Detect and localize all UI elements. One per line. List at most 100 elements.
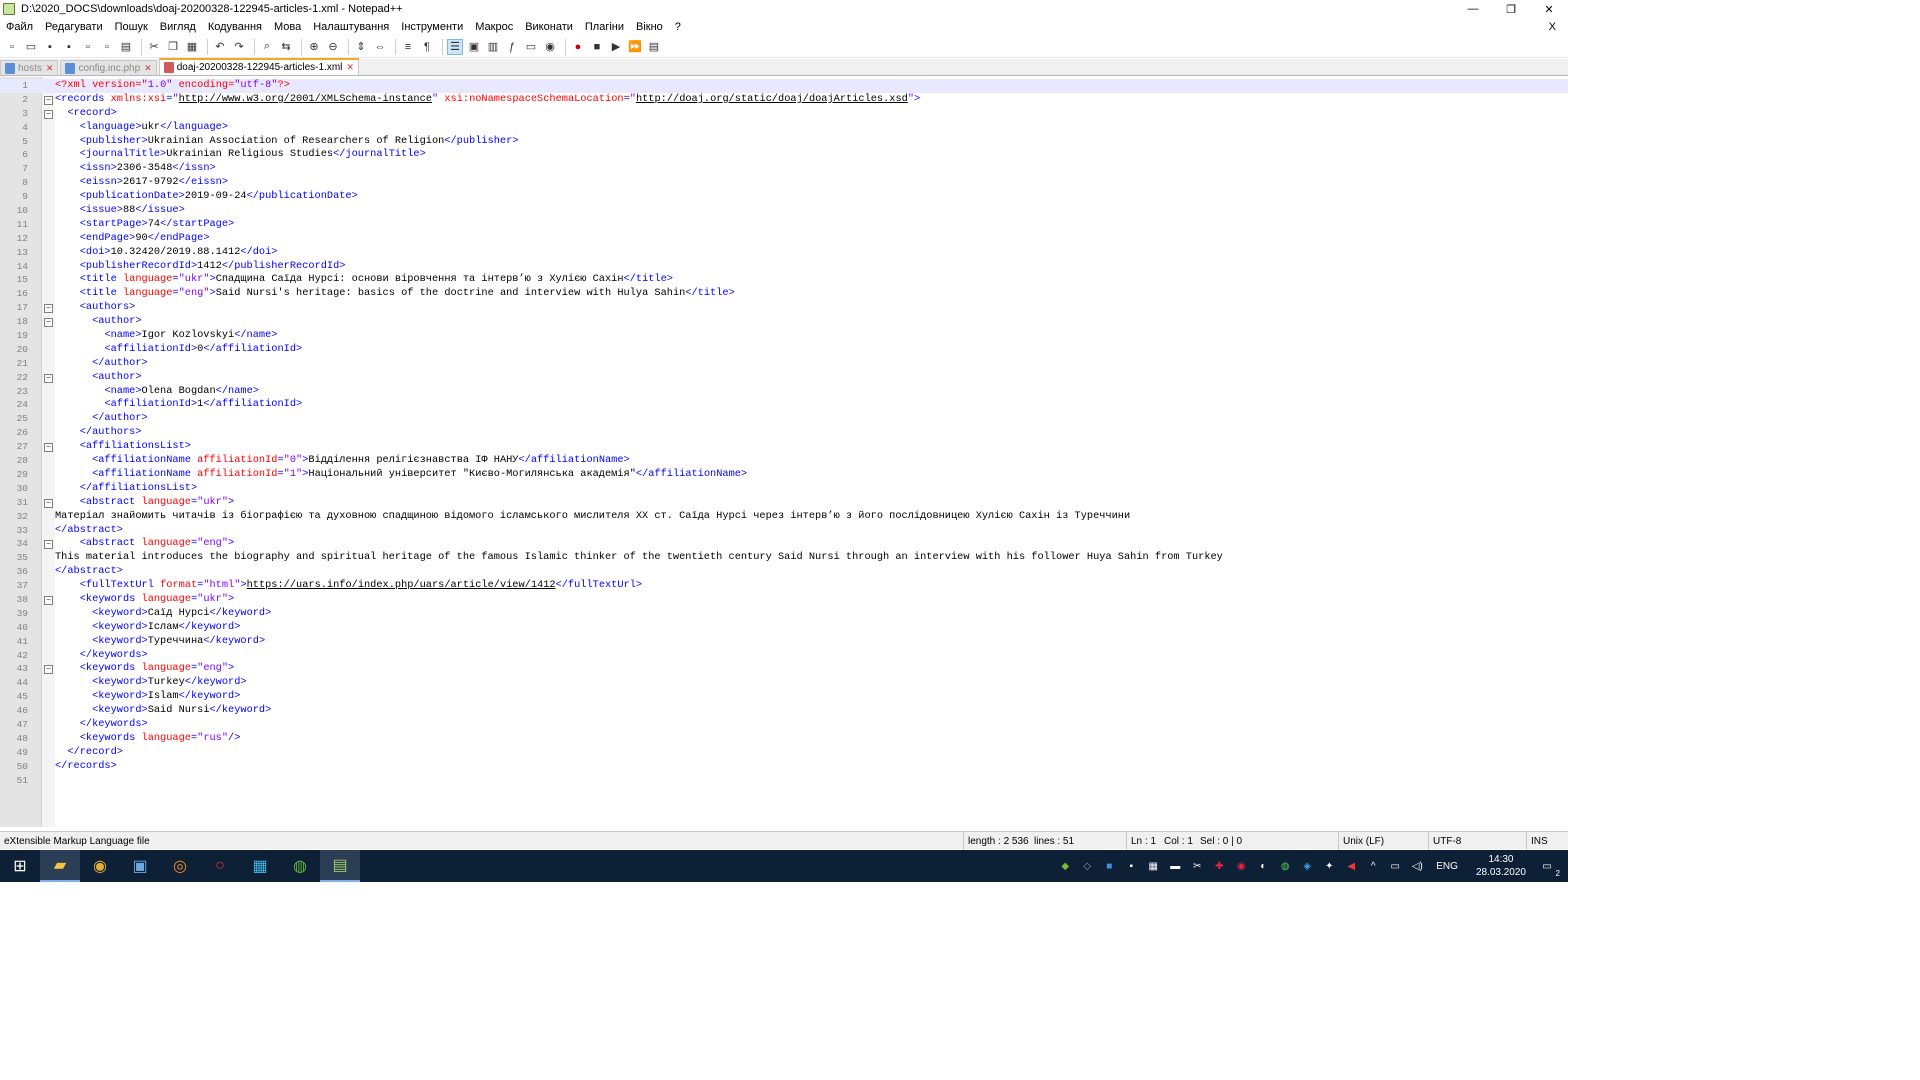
code-line[interactable]: 19 <name>Igor Kozlovskyi</name> — [0, 329, 1568, 343]
sync-vertical-icon[interactable]: ⇕ — [353, 39, 369, 55]
zoom-out-icon[interactable]: ⊖ — [325, 39, 341, 55]
firefox-icon[interactable]: ◎ — [160, 850, 200, 882]
cut-icon[interactable]: ✂ — [146, 39, 162, 55]
menu-item[interactable]: Налаштування — [307, 21, 395, 33]
tray-app-icon[interactable]: ◈ — [1300, 859, 1314, 873]
menu-item[interactable]: Мова — [268, 21, 307, 33]
code-line[interactable]: 17 − <authors> — [0, 301, 1568, 315]
code-line[interactable]: 10 <issue>88</issue> — [0, 204, 1568, 218]
tab-close-icon[interactable]: ✕ — [144, 63, 152, 74]
tray-app-icon[interactable]: ▦ — [1146, 859, 1160, 873]
code-line[interactable]: 6 <journalTitle>Ukrainian Religious Stud… — [0, 148, 1568, 162]
code-line[interactable]: 23 <name>Olena Bogdan</name> — [0, 385, 1568, 399]
undo-icon[interactable]: ↶ — [212, 39, 228, 55]
code-line[interactable]: 15 <title language="ukr">Спадщина Саїда … — [0, 273, 1568, 287]
copy-icon[interactable]: ❐ — [165, 39, 181, 55]
fold-toggle-icon[interactable]: − — [44, 304, 53, 314]
fold-toggle-icon[interactable]: − — [44, 373, 53, 383]
code-line[interactable]: 46 <keyword>Said Nursi</keyword> — [0, 704, 1568, 718]
code-line[interactable]: 11 <startPage>74</startPage> — [0, 218, 1568, 232]
code-line[interactable]: 30 </affiliationsList> — [0, 482, 1568, 496]
tray-app-icon[interactable]: ✦ — [1322, 859, 1336, 873]
save-icon[interactable]: ▪ — [42, 39, 58, 55]
code-line[interactable]: 29 <affiliationName affiliationId="1">На… — [0, 468, 1568, 482]
editor[interactable]: 1 <?xml version="1.0" encoding="utf-8"?> 2… — [0, 77, 1568, 827]
menu-item[interactable]: Виконати — [519, 21, 579, 33]
tray-app-icon[interactable]: ◉ — [1234, 859, 1248, 873]
tray-app-icon[interactable]: ■ — [1102, 859, 1116, 873]
code-line[interactable]: 20 <affiliationId>0</affiliationId> — [0, 343, 1568, 357]
save-macro-icon[interactable]: ▤ — [646, 39, 662, 55]
close-button[interactable]: ✕ — [1530, 0, 1568, 18]
status-eol[interactable]: Unix (LF) — [1338, 832, 1428, 850]
code-line[interactable]: 44 <keyword>Turkey</keyword> — [0, 676, 1568, 690]
code-line[interactable]: 14 <publisherRecordId>1412</publisherRec… — [0, 260, 1568, 274]
code-line[interactable]: 8 <eissn>2617-9792</eissn> — [0, 176, 1568, 190]
tray-app-icon[interactable]: ✂ — [1190, 859, 1204, 873]
restore-button[interactable]: ❐ — [1492, 0, 1530, 18]
menu-item[interactable]: Файл — [0, 21, 39, 33]
code-line[interactable]: 51 — [0, 774, 1568, 788]
code-line[interactable]: 2 − <records xmlns:xsi="http://www.w3.org/… — [0, 93, 1568, 107]
tray-app-icon[interactable]: ◆ — [1058, 859, 1072, 873]
tray-app-icon[interactable]: ◀ — [1344, 859, 1358, 873]
tab-file[interactable]: hosts ✕ — [0, 60, 59, 75]
monitoring-icon[interactable]: ◉ — [542, 39, 558, 55]
udl-icon[interactable]: ▣ — [466, 39, 482, 55]
menu-item[interactable]: Плагіни — [579, 21, 630, 33]
tab-close-icon[interactable]: ✕ — [346, 62, 354, 73]
remote-desktop-icon[interactable]: ▣ — [120, 850, 160, 882]
code-line[interactable]: 5 <publisher>Ukrainian Association of Re… — [0, 135, 1568, 149]
store-icon[interactable]: ▦ — [240, 850, 280, 882]
menu-item[interactable]: Вигляд — [154, 21, 202, 33]
status-encoding[interactable]: UTF-8 — [1428, 832, 1526, 850]
record-macro-icon[interactable]: ● — [570, 39, 586, 55]
run-macro-multiple-icon[interactable]: ⏩ — [627, 39, 643, 55]
new-file-icon[interactable]: ▫ — [4, 39, 20, 55]
code-line[interactable]: 12 <endPage>90</endPage> — [0, 232, 1568, 246]
code-line[interactable]: 18 − <author> — [0, 315, 1568, 329]
code-line[interactable]: 1 <?xml version="1.0" encoding="utf-8"?> — [0, 79, 1568, 93]
fold-toggle-icon[interactable]: − — [44, 318, 53, 328]
fold-toggle-icon[interactable]: − — [44, 540, 53, 550]
paste-icon[interactable]: ▦ — [184, 39, 200, 55]
network-icon[interactable]: ▭ — [1388, 859, 1402, 873]
code-line[interactable]: 35 This material introduces the biography… — [0, 551, 1568, 565]
fold-toggle-icon[interactable]: − — [44, 498, 53, 508]
code-line[interactable]: 38 − <keywords language="ukr"> — [0, 593, 1568, 607]
code-line[interactable]: 13 <doi>10.32420/2019.88.1412</doi> — [0, 246, 1568, 260]
show-all-chars-icon[interactable]: ¶ — [419, 39, 435, 55]
code-line[interactable]: 43 − <keywords language="eng"> — [0, 662, 1568, 676]
opera-icon[interactable]: ○ — [200, 850, 240, 882]
code-line[interactable]: 24 <affiliationId>1</affiliationId> — [0, 398, 1568, 412]
code-line[interactable]: 47 </keywords> — [0, 718, 1568, 732]
fold-toggle-icon[interactable]: − — [44, 443, 53, 453]
close-file-icon[interactable]: ▫ — [80, 39, 96, 55]
clock[interactable]: 14:30 28.03.2020 — [1476, 853, 1526, 879]
code-line[interactable]: 48 <keywords language="rus"/> — [0, 732, 1568, 746]
code-line[interactable]: 22 − <author> — [0, 371, 1568, 385]
tray-app-icon[interactable]: ▬ — [1168, 859, 1182, 873]
tray-app-icon[interactable]: ◍ — [1278, 859, 1292, 873]
replace-icon[interactable]: ⇆ — [278, 39, 294, 55]
code-line[interactable]: 50 </records> — [0, 760, 1568, 774]
close-all-icon[interactable]: ▫ — [99, 39, 115, 55]
find-icon[interactable]: ⌕ — [259, 39, 275, 55]
open-file-icon[interactable]: ▭ — [23, 39, 39, 55]
code-line[interactable]: 16 <title language="eng">Said Nursi's he… — [0, 287, 1568, 301]
tray-app-icon[interactable]: ◐ — [1256, 859, 1270, 873]
input-language[interactable]: ENG — [1436, 861, 1458, 872]
tray-app-icon[interactable]: ✚ — [1212, 859, 1226, 873]
code-line[interactable]: 36 </abstract> — [0, 565, 1568, 579]
fold-toggle-icon[interactable]: − — [44, 665, 53, 675]
show-hidden-icons-icon[interactable]: ^ — [1366, 859, 1380, 873]
chrome-icon[interactable]: ◉ — [80, 850, 120, 882]
tray-app-icon[interactable]: ▪ — [1124, 859, 1138, 873]
utorrent-icon[interactable]: ◍ — [280, 850, 320, 882]
tab-close-icon[interactable]: ✕ — [46, 63, 54, 74]
windows-start-icon[interactable]: ⊞ — [0, 850, 40, 882]
indent-guide-icon[interactable]: ☰ — [447, 38, 463, 55]
fold-toggle-icon[interactable]: − — [44, 95, 53, 105]
code-line[interactable]: 9 <publicationDate>2019-09-24</publicati… — [0, 190, 1568, 204]
code-line[interactable]: 45 <keyword>Islam</keyword> — [0, 690, 1568, 704]
